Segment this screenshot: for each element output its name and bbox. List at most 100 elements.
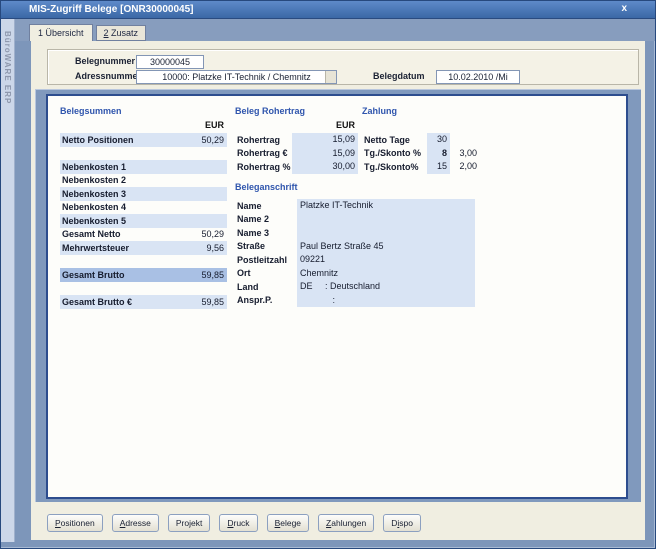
belegsummen-row[interactable]: Gesamt Brutto €59,85 <box>60 295 227 309</box>
beleganschrift-section: Beleganschrift NamePlatzke IT-TechnikNam… <box>235 182 475 307</box>
row-value-percent <box>452 133 480 147</box>
anschrift-row: NamePlatzke IT-Technik <box>235 199 475 213</box>
row-label: Straße <box>235 241 297 251</box>
content-inset: Belegsummen EUR Netto Positionen50,29Neb… <box>35 89 641 502</box>
row-value: Paul Bertz Straße 45 <box>297 240 475 254</box>
branding-label: BüroWARE ERP <box>3 31 12 104</box>
footer-button-projekt[interactable]: Projekt <box>168 514 210 532</box>
tab-2[interactable]: 2 Zusatz <box>96 25 147 41</box>
main-area: 1 Übersicht2 Zusatz Belegnummer Adressnu… <box>15 19 655 548</box>
rohertrag-row: Rohertrag €15,09 <box>235 147 358 161</box>
row-label: Mehrwertsteuer <box>60 243 181 253</box>
row-value-percent: 3,00 <box>452 147 480 161</box>
adressnummer-label: Adressnummer <box>75 71 141 81</box>
footer-button-zahlungen[interactable]: Zahlungen <box>318 514 374 532</box>
zahlung-row: Tg./Skonto %83,00 <box>362 147 482 161</box>
belegsummen-table: Netto Positionen50,29 Nebenkosten 1 Nebenk… <box>60 133 227 309</box>
zahlung-title: Zahlung <box>362 106 482 120</box>
anschrift-row: Anspr.P. : <box>235 294 475 308</box>
footer-button-positionen[interactable]: Positionen <box>47 514 103 532</box>
row-label: Gesamt Brutto € <box>60 297 181 307</box>
belegsummen-row[interactable]: Gesamt Brutto59,85 <box>60 268 227 282</box>
table-spacer-row <box>60 147 227 161</box>
belegsummen-row[interactable]: Mehrwertsteuer9,56 <box>60 241 227 255</box>
row-label: Name 2 <box>235 214 297 224</box>
footer-button-adresse[interactable]: Adresse <box>112 514 159 532</box>
zahlung-section: Zahlung Netto Tage30Tg./Skonto %83,00Tg.… <box>362 106 482 174</box>
anschrift-row: Postleitzahl09221 <box>235 253 475 267</box>
anschrift-row: Name 3 <box>235 226 475 240</box>
rohertrag-table: Rohertrag15,09Rohertrag €15,09Rohertrag … <box>235 133 358 174</box>
zahlung-row: Netto Tage30 <box>362 133 482 147</box>
rohertrag-row: Rohertrag15,09 <box>235 133 358 147</box>
row-label: Nebenkosten 4 <box>60 202 181 212</box>
anschrift-row: StraßePaul Bertz Straße 45 <box>235 240 475 254</box>
belegsummen-row[interactable]: Nebenkosten 2 <box>60 174 227 188</box>
row-value: 59,85 <box>181 297 227 307</box>
row-label: Ort <box>235 268 297 278</box>
close-icon[interactable]: x <box>621 3 627 14</box>
row-value: 59,85 <box>181 270 227 280</box>
row-label: Gesamt Netto <box>60 229 181 239</box>
footer-button-druck[interactable]: Druck <box>219 514 257 532</box>
app-window: MIS-Zugriff Belege [ONR30000045] x BüroW… <box>0 0 656 549</box>
row-value-days: 8 <box>427 147 450 161</box>
anschrift-row: OrtChemnitz <box>235 267 475 281</box>
row-value-days: 15 <box>427 160 450 174</box>
row-value: 9,56 <box>181 243 227 253</box>
tab-1[interactable]: 1 Übersicht <box>29 24 93 41</box>
row-label: Rohertrag € <box>235 148 292 158</box>
belegsummen-row[interactable]: Nebenkosten 5 <box>60 214 227 228</box>
window-body: BüroWARE ERP 1 Übersicht2 Zusatz Belegnu… <box>1 19 655 548</box>
row-value: 50,29 <box>181 135 227 145</box>
anschrift-row: LandDE : Deutschland <box>235 280 475 294</box>
beleganschrift-table: NamePlatzke IT-TechnikName 2 Name 3 Straße… <box>235 199 475 307</box>
zahlung-row: Tg./Skonto%152,00 <box>362 160 482 174</box>
row-label: Tg./Skonto % <box>362 148 427 158</box>
branding-sidebar: BüroWARE ERP <box>1 19 15 542</box>
belegdatum-input[interactable] <box>436 70 520 84</box>
row-value: Platzke IT-Technik <box>297 199 475 213</box>
row-label: Anspr.P. <box>235 295 297 305</box>
row-value: : <box>297 294 475 308</box>
row-value-days: 30 <box>427 133 450 147</box>
belegnummer-input[interactable] <box>136 55 204 69</box>
row-value <box>297 226 475 240</box>
anschrift-row: Name 2 <box>235 213 475 227</box>
row-value: Chemnitz <box>297 267 475 281</box>
rohertrag-row: Rohertrag %30,00 <box>235 160 358 174</box>
row-label: Rohertrag % <box>235 162 292 172</box>
beleganschrift-title: Beleganschrift <box>235 182 475 196</box>
header-fieldset: Belegnummer Adressnummer Belegdatum <box>47 49 639 85</box>
row-label: Name 3 <box>235 228 297 238</box>
rohertrag-title: Beleg Rohertrag <box>235 106 358 120</box>
table-spacer-row <box>60 282 227 296</box>
zahlung-table: Netto Tage30Tg./Skonto %83,00Tg./Skonto%… <box>362 133 482 174</box>
row-label: Nebenkosten 3 <box>60 189 181 199</box>
tab-page-uebersicht: Belegnummer Adressnummer Belegdatum Bele… <box>31 41 645 540</box>
row-value: DE : Deutschland <box>297 280 475 294</box>
belegsummen-row[interactable]: Gesamt Netto50,29 <box>60 228 227 242</box>
row-label: Land <box>235 282 297 292</box>
row-value: 09221 <box>297 253 475 267</box>
row-value <box>297 213 475 227</box>
footer-button-dispo[interactable]: Dispo <box>383 514 421 532</box>
adressnummer-input[interactable] <box>136 70 337 84</box>
adressnummer-lookup-button[interactable] <box>325 71 336 83</box>
belegsummen-row[interactable]: Nebenkosten 4 <box>60 201 227 215</box>
row-value: 30,00 <box>292 160 358 174</box>
belegsummen-row[interactable]: Netto Positionen50,29 <box>60 133 227 147</box>
belegsummen-row[interactable]: Nebenkosten 1 <box>60 160 227 174</box>
row-label: Nebenkosten 1 <box>60 162 181 172</box>
data-panel: Belegsummen EUR Netto Positionen50,29Neb… <box>46 94 628 499</box>
belegsummen-row[interactable]: Nebenkosten 3 <box>60 187 227 201</box>
row-label: Name <box>235 201 297 211</box>
titlebar[interactable]: MIS-Zugriff Belege [ONR30000045] x <box>1 1 655 19</box>
belegsummen-section: Belegsummen EUR Netto Positionen50,29Neb… <box>60 106 227 309</box>
row-label: Nebenkosten 5 <box>60 216 181 226</box>
tab-strip: 1 Übersicht2 Zusatz <box>15 19 655 41</box>
footer-button-belege[interactable]: Belege <box>267 514 309 532</box>
table-spacer-row <box>60 255 227 269</box>
window-title: MIS-Zugriff Belege [ONR30000045] <box>29 4 194 15</box>
footer-button-row: Positionen Adresse Projekt Druck Belege Zahlu… <box>47 514 421 532</box>
